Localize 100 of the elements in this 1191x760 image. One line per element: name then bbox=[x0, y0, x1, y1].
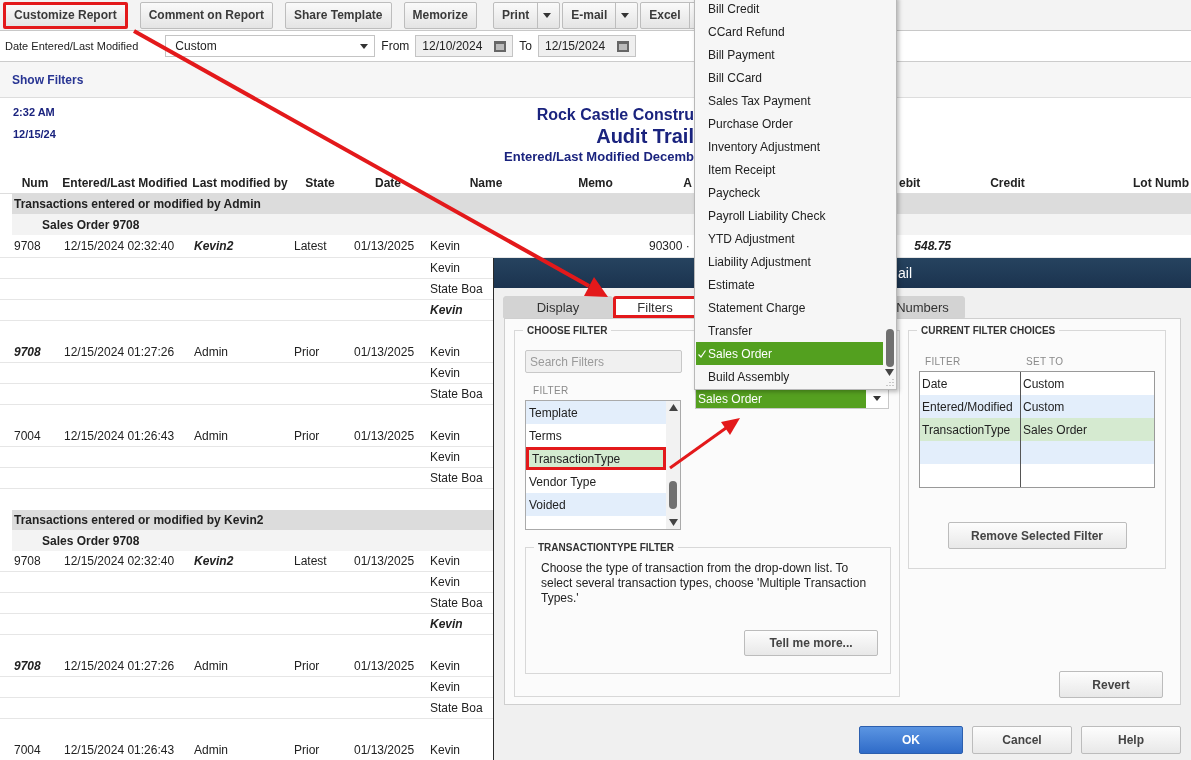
field-label: To bbox=[519, 39, 532, 53]
column-header: Last modified by bbox=[191, 175, 289, 190]
toolbar-button[interactable]: Share Template bbox=[285, 1, 392, 29]
table-cell-text: 12/15/2024 01:27:26 bbox=[63, 344, 176, 361]
dropdown-option[interactable]: Statement Charge bbox=[696, 296, 883, 319]
table-cell-text: Kevin bbox=[429, 365, 462, 382]
filter-list-item[interactable]: Template bbox=[526, 401, 666, 424]
dropdown-option[interactable]: Liability Adjustment bbox=[696, 250, 883, 273]
remove-filter-button[interactable]: Remove Selected Filter bbox=[947, 522, 1127, 549]
dialog-title: ail bbox=[898, 265, 912, 281]
table-cell-text: Prior bbox=[293, 428, 321, 445]
toolbar-button[interactable]: Comment on Report bbox=[139, 1, 274, 29]
table-cell-text: 9708 bbox=[13, 553, 42, 570]
column-header: State bbox=[304, 175, 336, 190]
table-cell-text: Kevin2 bbox=[193, 553, 235, 570]
table-cell-text: 01/13/2025 bbox=[353, 344, 416, 361]
scroll-down-icon[interactable] bbox=[885, 369, 894, 376]
table-cell-text: 01/13/2025 bbox=[353, 553, 416, 570]
table-row[interactable]: Entered/Modified Custom bbox=[920, 395, 1154, 418]
table-cell-text: Kevin bbox=[429, 616, 464, 633]
dropdown-option[interactable]: Build Assembly bbox=[696, 365, 883, 388]
column-header: Num bbox=[20, 175, 50, 190]
table-row[interactable]: TransactionType Sales Order bbox=[920, 418, 1154, 441]
table-cell-text: 7004 bbox=[13, 428, 42, 445]
ok-button[interactable]: OK bbox=[859, 726, 963, 754]
tell-me-more-button[interactable]: Tell me more... bbox=[744, 630, 878, 656]
table-cell-text: 12/15/2024 02:32:40 bbox=[63, 238, 176, 255]
dropdown-button[interactable]: E-mail bbox=[562, 1, 639, 29]
table-cell-text: 01/13/2025 bbox=[353, 238, 416, 255]
table-cell-text: Kevin bbox=[429, 344, 462, 361]
tab[interactable]: Filters bbox=[613, 296, 697, 318]
column-header: Lot Numb bbox=[1132, 175, 1190, 190]
report-date: 12/15/24 bbox=[13, 128, 56, 140]
report-time: 2:32 AM bbox=[13, 106, 55, 118]
dialog-button[interactable]: Help bbox=[1081, 726, 1181, 754]
column-header: ebit bbox=[898, 175, 922, 190]
table-row[interactable]: Date Custom bbox=[920, 372, 1154, 395]
toolbar-button[interactable]: Customize Report bbox=[3, 1, 128, 29]
tab[interactable]: Display bbox=[503, 296, 613, 318]
table-cell-text: Kevin bbox=[429, 260, 462, 277]
table-cell-text: 12/15/2024 01:27:26 bbox=[63, 658, 176, 675]
dialog-button[interactable]: Cancel bbox=[972, 726, 1072, 754]
dropdown-option[interactable]: Purchase Order bbox=[696, 112, 883, 135]
dropdown-option[interactable]: Bill CCard bbox=[696, 66, 883, 89]
field-label: From bbox=[381, 39, 410, 53]
table-cell-text: Kevin2 bbox=[193, 238, 235, 255]
table-cell-text: Admin bbox=[193, 344, 229, 361]
table-cell-text: 01/13/2025 bbox=[353, 658, 416, 675]
table-cell-text: Prior bbox=[293, 658, 321, 675]
column-header: A bbox=[682, 175, 693, 190]
revert-button[interactable]: Revert bbox=[1059, 671, 1163, 698]
scrollbar-thumb[interactable] bbox=[885, 329, 894, 367]
table-cell-text: Prior bbox=[293, 742, 321, 759]
help-text: Choose the type of transaction from the drop-down list. To select several transaction types, choose 'Multiple Transaction Types.' bbox=[541, 561, 868, 606]
group-header: Transactions entered or modified by Kevin2 bbox=[12, 510, 493, 530]
toolbar-button[interactable]: Memorize bbox=[403, 1, 477, 29]
caret-icon bbox=[621, 12, 630, 18]
column-header: SET TO bbox=[1026, 356, 1065, 367]
table-cell-text: Kevin bbox=[429, 553, 462, 570]
table-cell-text: Admin bbox=[193, 658, 229, 675]
filter-list-item[interactable]: TransactionType bbox=[526, 447, 666, 470]
caret-icon bbox=[873, 396, 881, 401]
filter-list-item[interactable]: Voided bbox=[526, 493, 666, 516]
table-cell-text: 01/13/2025 bbox=[353, 742, 416, 759]
dropdown-option[interactable]: Bill Payment bbox=[696, 43, 883, 66]
dropdown-option[interactable]: Item Receipt bbox=[696, 158, 883, 181]
table-cell-text: Prior bbox=[293, 344, 321, 361]
section-heading: CHOOSE FILTER bbox=[526, 325, 609, 336]
report-title: Audit Trail bbox=[596, 124, 694, 148]
table-cell-text: Kevin bbox=[429, 302, 464, 319]
table-cell-text: 01/13/2025 bbox=[353, 428, 416, 445]
table-cell-text: 9708 bbox=[13, 658, 42, 675]
column-header: Memo bbox=[577, 175, 614, 190]
dropdown-button[interactable]: Print bbox=[492, 1, 561, 29]
date-field[interactable]: 12/10/2024 bbox=[415, 35, 514, 57]
company-name: Rock Castle Constru bbox=[536, 106, 694, 124]
dropdown-option[interactable]: Estimate bbox=[696, 273, 883, 296]
table-cell-text: Kevin bbox=[429, 679, 462, 696]
scroll-down-icon[interactable] bbox=[668, 519, 678, 526]
table-cell-text: Custom bbox=[1022, 398, 1066, 416]
scrollbar-thumb[interactable] bbox=[669, 481, 677, 509]
section-heading: TRANSACTIONTYPE FILTER bbox=[537, 542, 675, 553]
dropdown-option[interactable]: Transfer bbox=[696, 319, 883, 342]
search-field[interactable]: Search Filters bbox=[525, 350, 682, 373]
scroll-up-icon[interactable] bbox=[668, 404, 678, 411]
date-field[interactable]: 12/15/2024 bbox=[538, 35, 636, 57]
table-cell-text: 12/15/2024 02:32:40 bbox=[63, 553, 176, 570]
resize-grip-icon bbox=[885, 378, 894, 387]
table-cell-text: Custom bbox=[1022, 375, 1066, 393]
date-range-select[interactable]: Custom bbox=[165, 35, 376, 57]
show-filters-link[interactable]: Show Filters bbox=[12, 72, 84, 87]
dropdown-option[interactable]: Sales Tax Payment bbox=[696, 89, 883, 112]
table-cell-text: Kevin bbox=[429, 658, 462, 675]
list-heading: FILTER bbox=[533, 385, 570, 396]
dropdown-option[interactable]: Inventory Adjustment bbox=[696, 135, 883, 158]
table-cell-text: Latest bbox=[293, 553, 328, 570]
table-cell-text: 90300 · bbox=[648, 238, 691, 255]
table-cell-text: 9708 bbox=[13, 238, 42, 255]
column-header: Date bbox=[374, 175, 402, 190]
field-label: Date Entered/Last Modified bbox=[5, 40, 139, 52]
